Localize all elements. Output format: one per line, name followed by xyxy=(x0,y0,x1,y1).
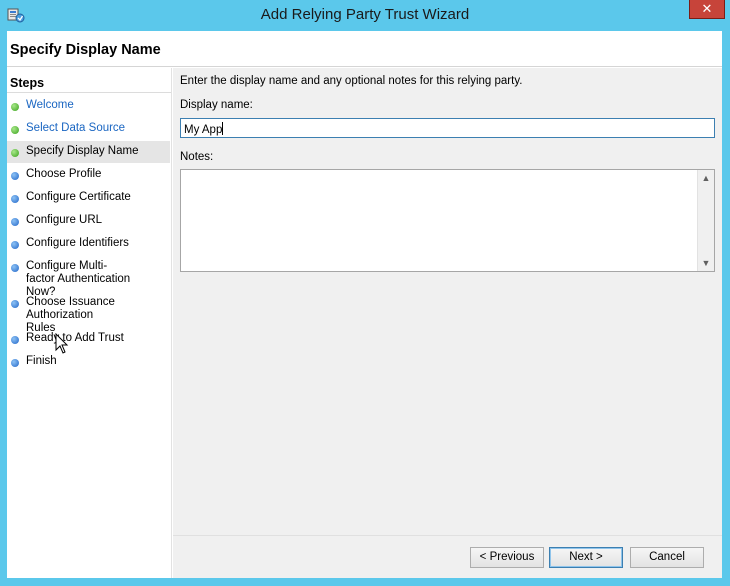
step-label: Configure Multi-factor Authentication No… xyxy=(26,260,131,298)
step-label: Welcome xyxy=(26,99,74,111)
green-dot-icon xyxy=(11,103,19,111)
step-welcome[interactable]: Welcome xyxy=(7,99,170,112)
notes-textarea[interactable]: ▲ ▼ xyxy=(180,169,715,272)
blue-dot-icon xyxy=(11,195,19,203)
close-button[interactable]: ✕ xyxy=(689,0,725,19)
page-title: Specify Display Name xyxy=(10,42,161,58)
notes-label: Notes: xyxy=(180,151,214,163)
scroll-up-arrow-icon[interactable]: ▲ xyxy=(698,170,714,186)
step-label: Select Data Source xyxy=(26,122,126,134)
display-name-label: Display name: xyxy=(180,99,253,111)
step-specify-display-name: Specify Display Name xyxy=(7,141,170,163)
blue-dot-icon xyxy=(11,172,19,180)
step-configure-certificate: Configure Certificate xyxy=(7,191,170,204)
green-dot-icon xyxy=(11,149,19,157)
blue-dot-icon xyxy=(11,359,19,367)
button-bar: < Previous Next > Cancel xyxy=(173,535,722,578)
step-label: Configure Identifiers xyxy=(26,237,129,249)
scroll-down-arrow-icon[interactable]: ▼ xyxy=(698,255,714,271)
display-name-input[interactable]: My App xyxy=(180,118,715,138)
step-choose-profile: Choose Profile xyxy=(7,168,170,181)
wizard-window: Specify Display Name Steps Welcome Selec… xyxy=(7,31,722,578)
blue-dot-icon xyxy=(11,336,19,344)
notes-scrollbar[interactable]: ▲ ▼ xyxy=(697,170,714,271)
blue-dot-icon xyxy=(11,241,19,249)
step-configure-url: Configure URL xyxy=(7,214,170,227)
blue-dot-icon xyxy=(11,300,19,308)
step-configure-mfa: Configure Multi-factor Authentication No… xyxy=(7,260,132,299)
step-label: Finish xyxy=(26,355,57,367)
cancel-button[interactable]: Cancel xyxy=(630,547,704,568)
content-panel: Enter the display name and any optional … xyxy=(173,68,722,578)
previous-button[interactable]: < Previous xyxy=(470,547,544,568)
text-caret xyxy=(222,122,224,135)
step-configure-identifiers: Configure Identifiers xyxy=(7,237,170,250)
step-choose-issuance-rules: Choose Issuance Authorization Rules xyxy=(7,296,125,335)
title-bar: Add Relying Party Trust Wizard ✕ xyxy=(0,0,730,30)
step-finish: Finish xyxy=(7,355,170,368)
step-label: Choose Issuance Authorization Rules xyxy=(26,296,115,334)
steps-heading: Steps xyxy=(10,76,45,90)
steps-panel: Steps Welcome Select Data Source Specify… xyxy=(7,68,172,578)
next-button[interactable]: Next > xyxy=(549,547,623,568)
steps-divider xyxy=(7,92,171,93)
step-ready-to-add-trust: Ready to Add Trust xyxy=(7,332,170,345)
window-title: Add Relying Party Trust Wizard xyxy=(260,6,470,23)
step-label: Ready to Add Trust xyxy=(26,332,124,344)
step-select-data-source[interactable]: Select Data Source xyxy=(7,122,170,135)
step-label: Configure Certificate xyxy=(26,191,131,203)
wizard-header: Specify Display Name xyxy=(7,31,722,67)
mouse-pointer-icon xyxy=(55,333,69,354)
blue-dot-icon xyxy=(11,264,19,272)
blue-dot-icon xyxy=(11,218,19,226)
step-label: Configure URL xyxy=(26,214,103,226)
step-label: Specify Display Name xyxy=(26,145,139,157)
display-name-value: My App xyxy=(184,124,223,136)
step-label: Choose Profile xyxy=(26,168,102,180)
green-dot-icon xyxy=(11,126,19,134)
instruction-text: Enter the display name and any optional … xyxy=(180,75,523,87)
close-icon: ✕ xyxy=(701,1,713,16)
